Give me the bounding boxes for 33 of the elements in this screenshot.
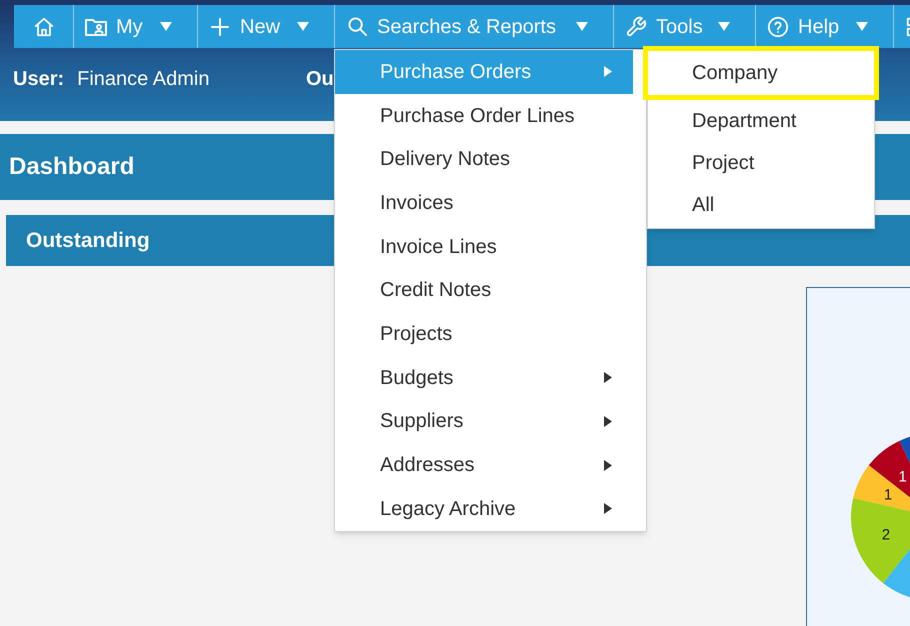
caret-down-icon <box>576 22 588 31</box>
menu-item[interactable]: All <box>648 184 874 226</box>
menu-item[interactable]: Legacy Archive <box>335 486 633 531</box>
caret-down-icon <box>297 22 309 31</box>
menu-item[interactable]: Invoice Lines <box>335 224 633 268</box>
search-icon <box>348 17 366 36</box>
menu-item[interactable]: Suppliers <box>335 400 633 444</box>
user-name: Finance Admin <box>77 67 210 92</box>
menu-item[interactable]: Department <box>648 100 874 142</box>
help-icon <box>767 16 789 38</box>
plus-icon <box>211 18 229 36</box>
caret-down-icon <box>160 22 172 31</box>
menu-item[interactable]: Delivery Notes <box>335 137 633 182</box>
menu-item[interactable]: Project <box>648 142 874 184</box>
caret-right-icon <box>604 503 612 514</box>
menu-item[interactable]: Credit Notes <box>335 268 633 312</box>
caret-down-icon <box>856 22 868 31</box>
header-label: Ou <box>306 67 334 92</box>
menu-item[interactable]: Company <box>643 46 879 100</box>
caret-right-icon <box>604 66 612 78</box>
caret-right-icon <box>604 460 612 471</box>
slice-label: 1 <box>884 486 892 504</box>
slice-label: 1 <box>898 468 907 486</box>
caret-down-icon <box>718 22 730 31</box>
home-icon <box>32 16 54 38</box>
menu-item[interactable]: Budgets <box>335 356 633 400</box>
user-label: User: <box>13 67 64 92</box>
menu-item[interactable]: Projects <box>335 312 633 356</box>
menu-item[interactable]: Addresses <box>335 443 633 487</box>
caret-right-icon <box>604 372 612 384</box>
caret-right-icon <box>604 416 612 427</box>
wrench-icon <box>625 16 647 38</box>
slice-label: 2 <box>882 526 890 544</box>
